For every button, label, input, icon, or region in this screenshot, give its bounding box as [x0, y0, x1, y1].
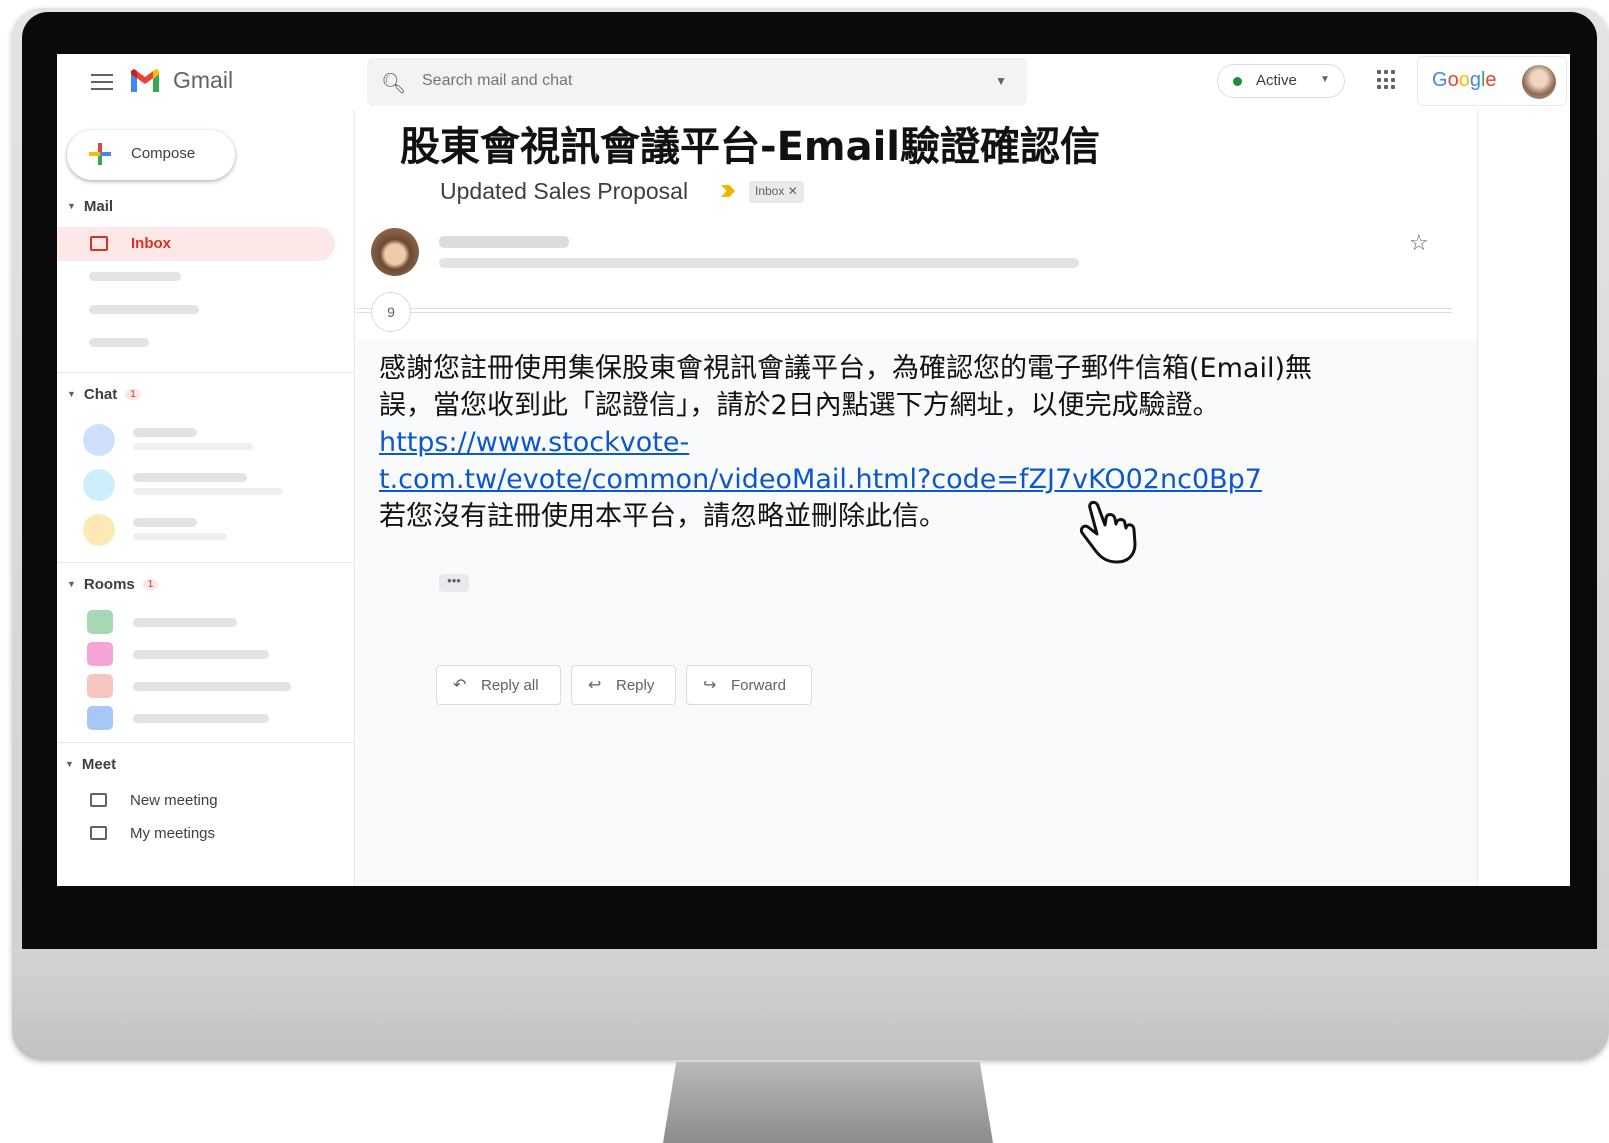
sidebar-item-inbox[interactable]: Inbox	[57, 227, 335, 261]
divider	[57, 742, 355, 743]
chevron-down-icon: ▼	[1320, 74, 1330, 85]
chevron-down-icon[interactable]: ▼	[995, 74, 1007, 88]
status-selector[interactable]: Active ▼	[1217, 64, 1345, 98]
status-dot	[1233, 77, 1242, 86]
show-trimmed-content[interactable]: •••	[439, 574, 469, 592]
placeholder-item	[133, 443, 253, 450]
placeholder-item	[133, 473, 247, 482]
rooms-badge: 1	[142, 579, 159, 590]
section-chat-label: Chat	[83, 386, 118, 403]
google-brand-text: Google	[1432, 69, 1497, 91]
monitor-stand	[663, 1062, 993, 1143]
room-icon[interactable]	[87, 674, 113, 698]
reply-icon: ↩	[588, 677, 602, 694]
body-line: 誤，當您收到此「認證信」，請於2日內點選下方網址，以便完成驗證。	[379, 390, 1220, 421]
meet-item-new-meeting[interactable]: New meeting	[130, 792, 218, 809]
placeholder-item	[133, 428, 197, 437]
meet-item-my-meetings[interactable]: My meetings	[130, 825, 215, 842]
section-mail[interactable]: ▼ Mail	[67, 198, 113, 215]
divider	[57, 372, 355, 373]
forward-button[interactable]: ↪ Forward	[686, 665, 812, 705]
body-line: 若您沒有註冊使用本平台，請忽略並刪除此信。	[379, 501, 946, 532]
section-meet-label: Meet	[81, 756, 117, 773]
section-chat[interactable]: ▼ Chat 1	[67, 386, 141, 403]
placeholder-item	[89, 338, 149, 347]
placeholder-item	[133, 650, 269, 659]
right-side-panel	[1477, 110, 1570, 886]
forward-label: Forward	[731, 677, 787, 694]
hand-cursor-icon	[1079, 500, 1137, 564]
inbox-icon	[90, 236, 108, 251]
sidebar-item-label: Inbox	[131, 235, 171, 252]
placeholder-item	[133, 533, 227, 540]
google-brand: Google	[1432, 69, 1497, 92]
important-marker-icon[interactable]	[721, 185, 735, 197]
account-area[interactable]: Google	[1417, 56, 1567, 106]
sender-avatar[interactable]	[371, 228, 419, 276]
reply-button[interactable]: ↩ Reply	[571, 665, 676, 705]
status-label: Active	[1256, 72, 1297, 89]
reply-all-button[interactable]: ↶ Reply all	[436, 665, 561, 705]
app-name: Gmail	[173, 67, 234, 93]
recipient-placeholder	[439, 258, 1079, 268]
chat-avatar[interactable]	[83, 514, 115, 546]
calendar-icon	[90, 826, 107, 840]
placeholder-item	[133, 682, 291, 691]
collapsed-thread-line	[357, 308, 1452, 309]
reply-all-icon: ↶	[453, 677, 467, 694]
room-icon[interactable]	[87, 706, 113, 730]
section-rooms-label: Rooms	[83, 576, 135, 593]
placeholder-item	[133, 518, 197, 527]
top-bar: Gmail 🔍︎ ▼ Active ▼ Google	[57, 54, 1570, 110]
placeholder-item	[133, 714, 269, 723]
compose-button[interactable]: Compose	[67, 130, 235, 180]
room-icon[interactable]	[87, 642, 113, 666]
search-input[interactable]	[422, 72, 962, 90]
section-meet[interactable]: ▼ Meet	[65, 756, 116, 773]
star-icon[interactable]: ☆	[1409, 230, 1429, 256]
reply-label: Reply	[616, 677, 655, 694]
room-icon[interactable]	[87, 610, 113, 634]
search-bar[interactable]: 🔍︎ ▼	[367, 58, 1027, 106]
screen: Gmail 🔍︎ ▼ Active ▼ Google Compose	[57, 54, 1570, 886]
menu-icon[interactable]	[91, 74, 113, 90]
reply-all-label: Reply all	[481, 677, 539, 694]
chat-avatar[interactable]	[83, 469, 115, 501]
section-rooms[interactable]: ▼ Rooms 1	[67, 576, 159, 593]
sender-name-placeholder	[439, 236, 569, 248]
placeholder-item	[133, 618, 237, 627]
label-chip[interactable]: Inbox ✕	[749, 181, 804, 203]
verification-link[interactable]: https://www.stockvote-	[379, 424, 1454, 461]
monitor-chin	[12, 948, 1609, 1060]
verification-link[interactable]: t.com.tw/evote/common/videoMail.html?cod…	[379, 461, 1454, 498]
sidebar: Compose ▼ Mail Inbox ▼ Chat 1 ▼ Rooms 1 ▼	[57, 110, 355, 886]
video-meeting-icon	[90, 793, 107, 807]
email-body: 感謝您註冊使用集保股東會視訊會議平台，為確認您的電子郵件信箱(Email)無 誤…	[379, 350, 1454, 548]
divider	[57, 562, 355, 563]
placeholder-item	[133, 488, 283, 495]
section-mail-label: Mail	[83, 198, 114, 215]
overlay-title: 股東會視訊會議平台-Email驗證確認信	[380, 110, 1228, 180]
forward-icon: ↪	[703, 677, 717, 694]
chat-avatar[interactable]	[83, 424, 115, 456]
search-icon[interactable]: 🔍︎	[381, 71, 406, 96]
thread-count[interactable]: 9	[371, 292, 411, 332]
compose-label: Compose	[131, 145, 196, 162]
chat-badge: 1	[125, 389, 141, 400]
collapsed-thread-line	[357, 312, 1452, 313]
placeholder-item	[89, 272, 181, 281]
gmail-logo-icon	[131, 69, 159, 92]
compose-plus-icon	[89, 143, 111, 165]
email-subject: Updated Sales Proposal	[440, 178, 689, 204]
avatar[interactable]	[1522, 65, 1556, 99]
placeholder-item	[89, 305, 199, 314]
apps-icon[interactable]	[1377, 70, 1397, 90]
body-line: 感謝您註冊使用集保股東會視訊會議平台，為確認您的電子郵件信箱(Email)無	[379, 353, 1312, 384]
